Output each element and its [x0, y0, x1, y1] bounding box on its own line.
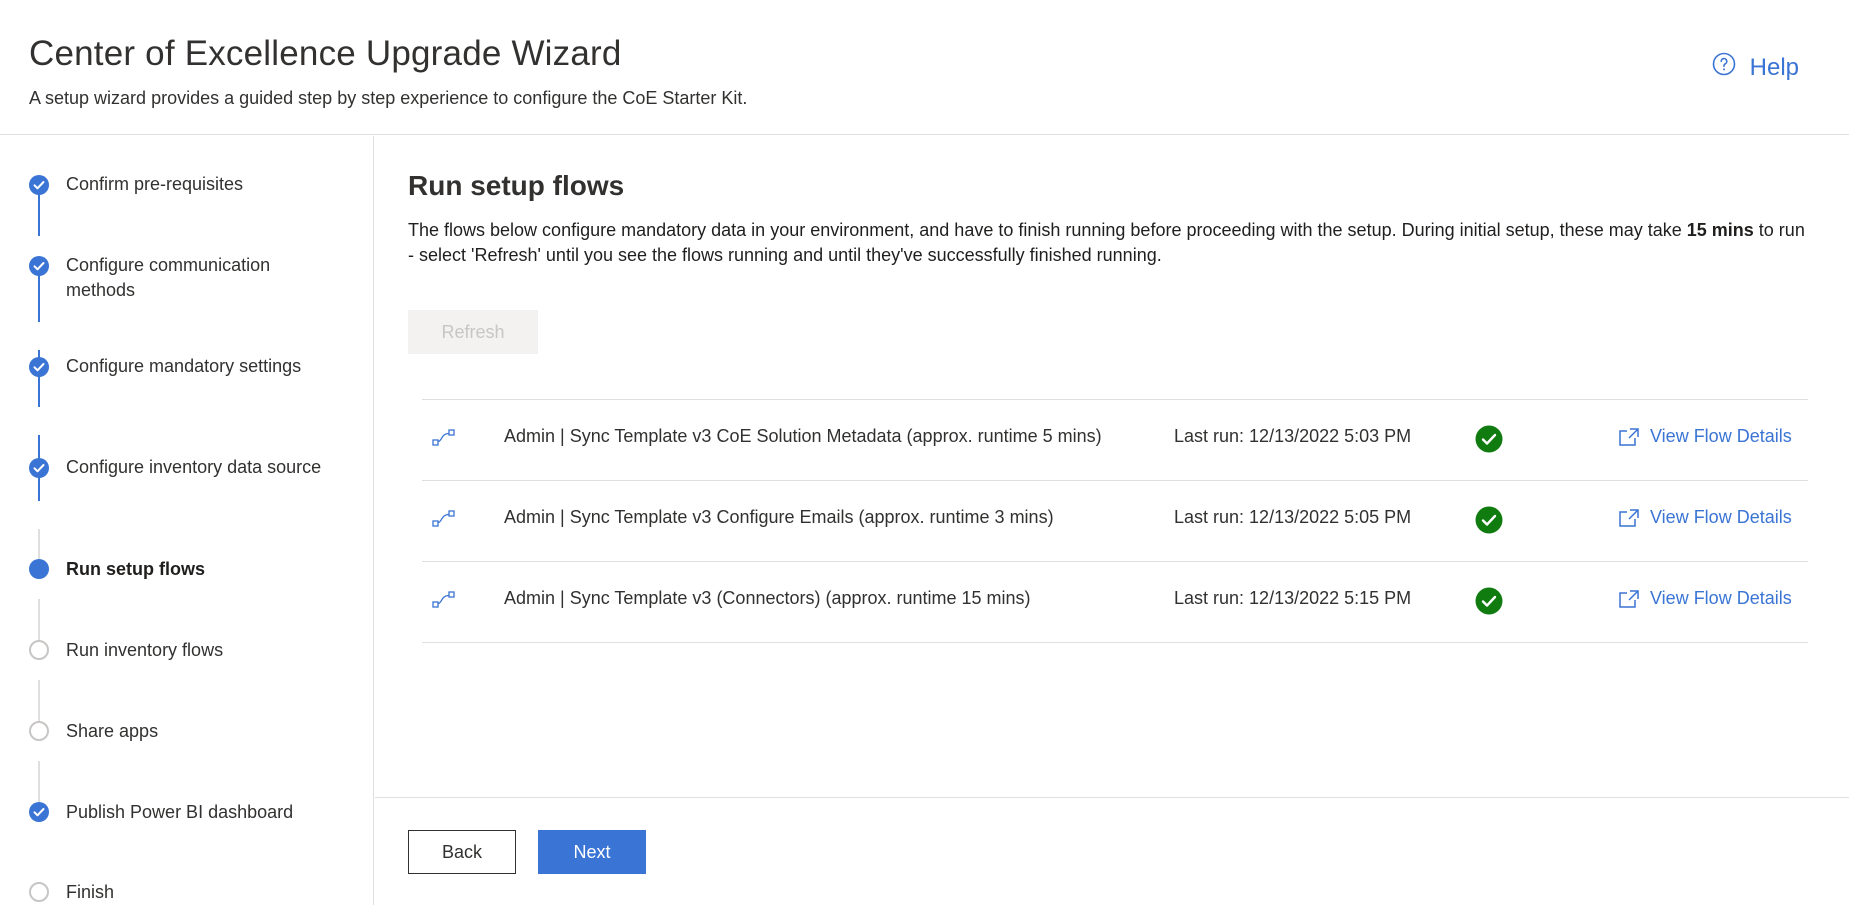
description-text: The flows below configure mandatory data…: [408, 220, 1687, 240]
checkmark-circle-icon: [29, 802, 49, 822]
view-flow-details-link[interactable]: View Flow Details: [1618, 507, 1792, 528]
refresh-button[interactable]: Refresh: [408, 310, 538, 354]
next-button[interactable]: Next: [538, 830, 646, 874]
flow-name: Admin | Sync Template v3 (Connectors) (a…: [504, 588, 1031, 608]
step-label: Finish: [66, 882, 115, 902]
section-description: The flows below configure mandatory data…: [408, 218, 1808, 268]
section-title: Run setup flows: [408, 170, 625, 201]
wizard-footer: Back Next: [375, 797, 1849, 906]
success-check-icon: [1475, 587, 1503, 620]
flow-icon: [432, 428, 456, 453]
wizard-steps-sidebar: Confirm pre-requisites Configure communi…: [0, 136, 374, 905]
checkmark-circle-icon: [29, 256, 49, 276]
flow-name: Admin | Sync Template v3 Configure Email…: [504, 507, 1054, 527]
view-flow-details-label: View Flow Details: [1650, 426, 1792, 446]
description-emphasis: 15 mins: [1686, 220, 1754, 240]
flow-row: Admin | Sync Template v3 CoE Solution Me…: [422, 400, 1808, 481]
view-flow-details-label: View Flow Details: [1650, 507, 1792, 527]
checkmark-circle-icon: [29, 175, 49, 195]
page-header: Center of Excellence Upgrade Wizard A se…: [0, 0, 1849, 135]
empty-circle-icon: [29, 640, 49, 660]
step-label: Publish Power BI dashboard: [66, 802, 294, 822]
open-in-new-window-icon: [1619, 427, 1639, 446]
main-content: Run setup flows The flows below configur…: [375, 136, 1849, 905]
step-label: Confirm pre-requisites: [66, 174, 244, 194]
checkmark-circle-icon: [29, 458, 49, 478]
page-subtitle: A setup wizard provides a guided step by…: [29, 88, 748, 108]
step-label: Configure communication methods: [66, 255, 271, 300]
current-step-dot-icon: [29, 559, 49, 579]
open-in-new-window-icon: [1619, 508, 1639, 527]
help-link[interactable]: Help: [1712, 52, 1799, 83]
empty-circle-icon: [29, 882, 49, 902]
flows-list: Admin | Sync Template v3 CoE Solution Me…: [422, 399, 1808, 643]
back-button[interactable]: Back: [408, 830, 516, 874]
empty-circle-icon: [29, 721, 49, 741]
success-check-icon: [1475, 425, 1503, 458]
step-label: Share apps: [66, 721, 159, 741]
open-in-new-window-icon: [1619, 589, 1639, 608]
step-label: Run inventory flows: [66, 640, 224, 660]
step-label: Configure mandatory settings: [66, 356, 302, 376]
flow-row: Admin | Sync Template v3 Configure Email…: [422, 481, 1808, 562]
flow-last-run: Last run: 12/13/2022 5:05 PM: [1174, 507, 1412, 527]
flow-icon: [432, 590, 456, 615]
step-label: Configure inventory data source: [66, 457, 322, 477]
help-circle-icon: [1712, 52, 1750, 83]
help-label: Help: [1749, 53, 1799, 81]
success-check-icon: [1475, 506, 1503, 539]
flow-last-run: Last run: 12/13/2022 5:03 PM: [1174, 426, 1412, 446]
view-flow-details-label: View Flow Details: [1650, 588, 1792, 608]
flow-icon: [432, 509, 456, 534]
view-flow-details-link[interactable]: View Flow Details: [1618, 588, 1792, 609]
checkmark-circle-icon: [29, 357, 49, 377]
view-flow-details-link[interactable]: View Flow Details: [1618, 426, 1792, 447]
page-title: Center of Excellence Upgrade Wizard: [29, 34, 622, 73]
flow-name: Admin | Sync Template v3 CoE Solution Me…: [504, 426, 1102, 446]
step-label: Run setup flows: [66, 559, 205, 579]
flow-row: Admin | Sync Template v3 (Connectors) (a…: [422, 562, 1808, 643]
flow-last-run: Last run: 12/13/2022 5:15 PM: [1174, 588, 1412, 608]
